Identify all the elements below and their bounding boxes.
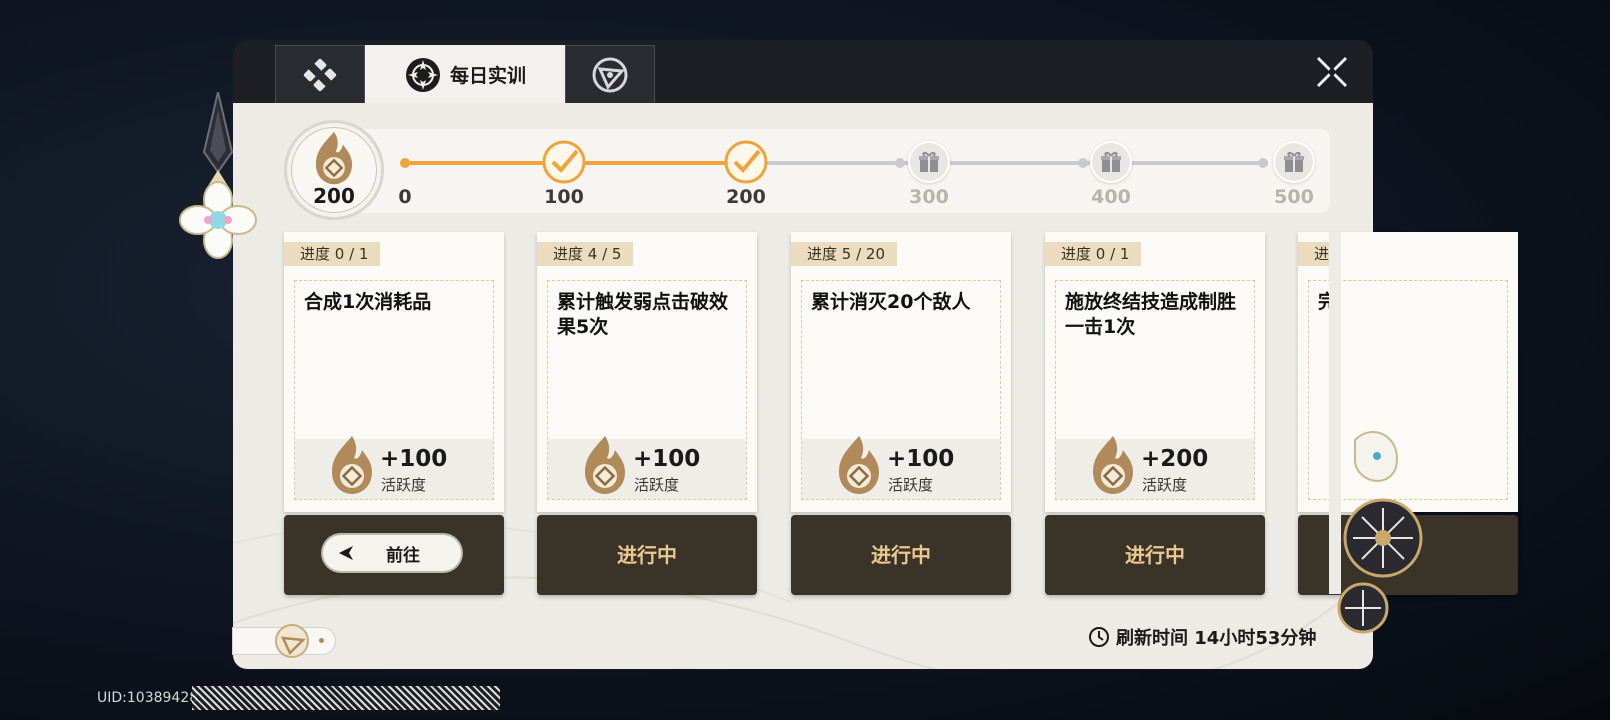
- progress-track-empty: [748, 161, 1268, 165]
- task-card[interactable]: 进度 4 / 5 累计触发弱点击破效果5次 +100 活跃度: [537, 232, 757, 512]
- tab-daily-training[interactable]: 每日实训: [365, 45, 565, 103]
- triangle-emblem-icon: [592, 57, 628, 92]
- claimed-check-icon: [724, 140, 768, 184]
- task-action-area: 前往: [284, 515, 504, 595]
- reward-amount: +200: [1141, 446, 1209, 472]
- milestone-label-200: 200: [726, 186, 766, 208]
- reward-label: 活跃度: [1142, 476, 1188, 494]
- pendant-ornament-icon: [179, 92, 257, 259]
- refresh-timer-text: 刷新时间 14小时53分钟: [1116, 628, 1317, 649]
- task-card[interactable]: 进度 0 / 1 施放终结技造成制胜一击1次 +200 活跃度: [1045, 232, 1265, 512]
- close-button[interactable]: [1312, 52, 1352, 92]
- task-progress-tag: 进度 5 / 20: [791, 242, 897, 266]
- go-button-label: 前往: [386, 545, 420, 566]
- task-title: 完: [1318, 291, 1338, 313]
- task-action-area: 进行中: [537, 515, 757, 595]
- gift-icon: [919, 151, 939, 172]
- in-progress-status: 进行中: [1125, 543, 1185, 567]
- reward-amount: +100: [887, 446, 955, 472]
- task-title: 施放终结技造成制胜一击1次: [1065, 291, 1237, 338]
- task-title: 合成1次消耗品: [304, 291, 432, 313]
- activity-flame-icon: [839, 436, 879, 494]
- go-button[interactable]: 前往: [323, 535, 461, 571]
- activity-flame-icon: [332, 436, 372, 494]
- milestone-label-100: 100: [544, 186, 584, 208]
- milestone-label-500: 500: [1274, 186, 1314, 208]
- milestone-gift-500[interactable]: [1273, 141, 1315, 183]
- gift-icon: [1284, 151, 1304, 172]
- navigate-icon: [339, 546, 353, 560]
- milestone-label-400: 400: [1091, 186, 1131, 208]
- milestone-label-300: 300: [909, 186, 949, 208]
- shield-logo-icon: [303, 58, 337, 91]
- reward-amount: +100: [380, 446, 448, 472]
- milestone-dot: [895, 158, 905, 168]
- activity-flame-icon: [585, 436, 625, 494]
- milestone-dot: [1078, 158, 1088, 168]
- tab-daily-training-label: 每日实训: [449, 65, 526, 87]
- emblem-badge-icon: [275, 624, 309, 658]
- task-action-area: 进行中: [1045, 515, 1265, 595]
- tab-shield[interactable]: [275, 45, 365, 103]
- milestone-gift-400[interactable]: [1090, 141, 1132, 183]
- task-title: 累计触发弱点击破效果5次: [557, 291, 729, 338]
- milestone-gift-300[interactable]: [908, 141, 950, 183]
- tab-emblem[interactable]: [565, 45, 655, 103]
- in-progress-status: 进行中: [871, 543, 931, 567]
- close-icon: [1316, 56, 1348, 88]
- task-progress-tag: 进度 0 / 1: [1045, 242, 1142, 266]
- reward-amount: +100: [633, 446, 701, 472]
- activity-progress-strip: [300, 129, 1330, 213]
- milestone-dot: [1258, 158, 1268, 168]
- milestone-label-0: 0: [398, 186, 412, 208]
- activity-flame-icon: [1093, 436, 1133, 494]
- reward-label: 活跃度: [381, 476, 427, 494]
- reward-label: 活跃度: [634, 476, 680, 494]
- activity-flame-icon: [315, 131, 353, 185]
- task-card[interactable]: 进度 5 / 20 累计消灭20个敌人 +100 活跃度: [791, 232, 1011, 512]
- task-card[interactable]: 进度 0 / 1 合成1次消耗品 +100 活跃度: [284, 232, 504, 512]
- clock-icon: [1089, 627, 1109, 647]
- daily-training-icon: [405, 57, 440, 92]
- activity-score-value: 200: [313, 184, 355, 208]
- collapse-toggle[interactable]: [233, 624, 335, 658]
- task-action-area: 进行中: [791, 515, 1011, 595]
- uid-text: UID:10389428: [97, 690, 199, 706]
- uid-redaction: [192, 686, 500, 710]
- gift-icon: [1101, 151, 1121, 172]
- task-progress-tag: 进度 0 / 1: [284, 242, 381, 266]
- milestone-node-0: [400, 158, 410, 168]
- task-progress-tag: 进度 4 / 5: [537, 242, 634, 266]
- flower-ornament-icon: [1337, 430, 1423, 634]
- toggle-dot: [319, 638, 324, 643]
- in-progress-status: 进行中: [617, 543, 677, 567]
- refresh-timer: 刷新时间 14小时53分钟: [1088, 624, 1316, 650]
- reward-label: 活跃度: [888, 476, 934, 494]
- claimed-check-icon: [542, 140, 586, 184]
- task-title: 累计消灭20个敌人: [811, 291, 971, 313]
